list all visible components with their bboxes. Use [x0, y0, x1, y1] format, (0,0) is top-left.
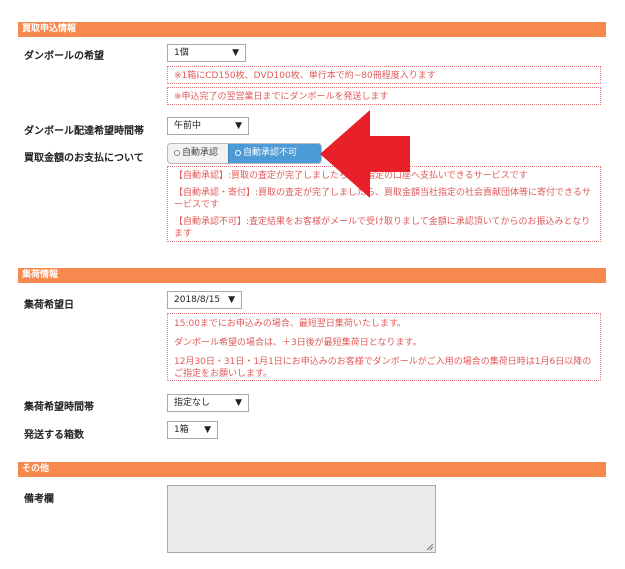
pickup-time-select[interactable]: 指定なし ▼: [167, 394, 249, 412]
payment-option-manual[interactable]: 自動承認不可: [228, 144, 321, 163]
radio-icon: [174, 149, 180, 156]
resize-grip-icon[interactable]: [426, 543, 434, 551]
boxes-label: 発送する箱数: [24, 430, 84, 441]
cardboard-label: ダンボールの希望: [24, 51, 104, 62]
payment-option-auto-label: 自動承認: [182, 148, 219, 158]
boxes-select[interactable]: 1箱 ▼: [167, 421, 218, 439]
delivery-time-select[interactable]: 午前中 ▼: [167, 117, 249, 135]
boxes-select-value: 1箱: [174, 425, 189, 435]
pickup-date-label: 集荷希望日: [24, 300, 74, 311]
section-header-pickup: 集荷情報: [18, 268, 606, 283]
chevron-down-icon: ▼: [232, 48, 239, 58]
chevron-down-icon: ▼: [235, 398, 242, 408]
pickup-date-notes: 15:00までにお申込みの場合、最短翌日集荷いたします。 ダンボール希望の場合は…: [167, 313, 601, 381]
cardboard-select-value: 1個: [174, 48, 189, 58]
pickup-time-select-value: 指定なし: [174, 398, 211, 408]
chevron-down-icon: ▼: [204, 425, 211, 435]
arrow-left-icon: [320, 110, 410, 198]
cardboard-note-text-2: ※申込完了の翌営業日までにダンボールを発送します: [174, 92, 389, 102]
section-header-other: その他: [18, 462, 606, 477]
chevron-down-icon: ▼: [235, 121, 242, 131]
pickup-time-label: 集荷希望時間帯: [24, 402, 94, 413]
delivery-time-label: ダンボール配達希望時間帯: [24, 126, 144, 137]
payment-note-manual: 【自動承認不可】:査定結果をお客様がメールで受け取りまして金額に承認頂いてからの…: [174, 217, 591, 239]
payment-option-manual-label: 自動承認不可: [243, 148, 298, 158]
cardboard-select[interactable]: 1個 ▼: [167, 44, 246, 62]
remarks-textarea[interactable]: [167, 485, 436, 553]
pickup-date-select-value: 2018/8/15: [174, 295, 221, 305]
cardboard-note-2: ※申込完了の翌営業日までにダンボールを発送します: [167, 87, 601, 105]
pickup-note-2: ダンボール希望の場合は、＋3日後が最短集荷日となります。: [174, 338, 422, 348]
pickup-note-1: 15:00までにお申込みの場合、最短翌日集荷いたします。: [174, 319, 407, 329]
radio-icon: [235, 149, 241, 156]
cardboard-note-1: ※1箱にCD150枚、DVD100枚、単行本で約~80冊程度入ります: [167, 66, 601, 84]
cardboard-note-text-1: ※1箱にCD150枚、DVD100枚、単行本で約~80冊程度入ります: [174, 71, 436, 81]
payment-option-auto[interactable]: 自動承認: [168, 144, 228, 163]
payment-toggle: 自動承認 自動承認不可: [167, 143, 322, 164]
chevron-down-icon: ▼: [228, 295, 235, 305]
section-header-purchase: 買取申込情報: [18, 22, 606, 37]
pickup-date-select[interactable]: 2018/8/15 ▼: [167, 291, 242, 309]
payment-label: 買取金額のお支払について: [24, 153, 144, 164]
remarks-label: 備考欄: [24, 494, 54, 505]
delivery-time-select-value: 午前中: [174, 121, 202, 131]
pickup-note-3: 12月30日・31日・1月1日にお申込みのお客様でダンボールがご入用の場合の集荷…: [174, 357, 592, 379]
